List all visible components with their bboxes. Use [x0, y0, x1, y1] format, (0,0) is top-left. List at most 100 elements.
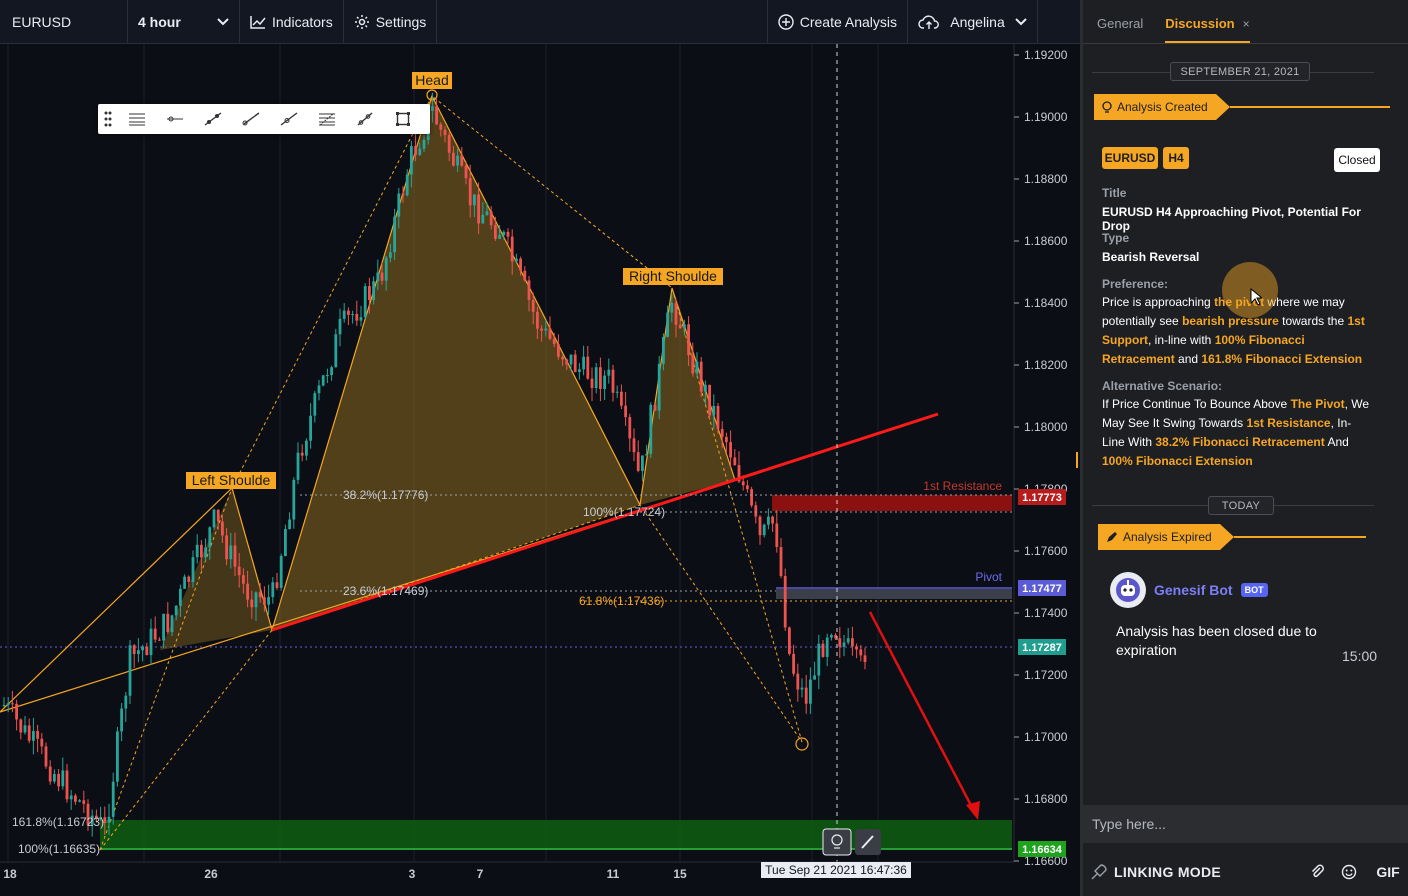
candle-body: [578, 369, 581, 372]
candle-body: [149, 628, 153, 656]
idea-button[interactable]: [822, 828, 852, 856]
candle-body: [372, 281, 375, 300]
tab-discussion[interactable]: Discussion ×: [1165, 16, 1250, 43]
fib-100b-label: 100%(1.16635): [18, 842, 100, 856]
trend-line-tool-icon[interactable]: [194, 104, 232, 134]
candle-body: [716, 405, 720, 429]
close-icon[interactable]: ×: [1243, 17, 1250, 31]
candle-body: [720, 428, 724, 437]
alternative-segment: And: [1324, 435, 1349, 449]
extended-line-tool-icon[interactable]: [270, 104, 308, 134]
drag-handle-icon[interactable]: [98, 104, 118, 134]
candle-body: [645, 453, 648, 456]
current-price-tag: 1.17287: [1018, 639, 1066, 655]
candle-body: [74, 795, 77, 802]
candle-body: [53, 773, 56, 782]
candle-body: [355, 314, 359, 321]
candle-body: [145, 646, 149, 656]
horizontal-ray-tool-icon[interactable]: [156, 104, 194, 134]
type-label: Type: [1102, 231, 1130, 245]
candle-body: [195, 544, 199, 558]
candle-body: [431, 106, 434, 111]
emoji-icon[interactable]: [1336, 864, 1362, 880]
tab-general[interactable]: General: [1097, 16, 1143, 43]
timeframe-tag: H4: [1163, 147, 1189, 169]
symbol-selector[interactable]: EURUSD: [0, 0, 128, 43]
message-input[interactable]: [1080, 805, 1408, 843]
candle-body: [573, 354, 577, 372]
svg-text:1.17773: 1.17773: [1022, 492, 1062, 504]
fib-retracement-tool-icon[interactable]: [308, 104, 346, 134]
candle-body: [846, 638, 850, 643]
candle-body: [128, 645, 132, 696]
candle-body: [519, 258, 522, 271]
candle-body: [620, 391, 623, 406]
interval-selector[interactable]: 4 hour: [128, 0, 240, 43]
candle-body: [779, 547, 783, 577]
drawing-toolbar: [98, 104, 430, 134]
candle-body: [200, 544, 203, 558]
candle-body: [762, 524, 766, 536]
candle-body: [418, 148, 422, 155]
candle-body: [153, 628, 157, 640]
candle-body: [359, 317, 363, 321]
indicators-button[interactable]: Indicators: [240, 0, 344, 43]
preference-segment: Price is approaching: [1102, 295, 1215, 309]
price-chart[interactable]: Left Shoulde Head Right Shoulde 38.2%(1.…: [0, 44, 1080, 896]
candle-body: [27, 725, 31, 741]
candle-body: [489, 211, 493, 226]
composer-toolbar: LINKING MODE GIF: [1080, 852, 1408, 892]
preference-segment: bearish pressure: [1182, 314, 1279, 328]
candle-body: [368, 286, 371, 300]
chart-canvas[interactable]: Left Shoulde Head Right Shoulde 38.2%(1.…: [0, 44, 1080, 896]
candle-body: [246, 583, 249, 600]
analysis-created-label: Analysis Created: [1117, 100, 1208, 114]
fib-100a-label: 100%(1.17724): [583, 505, 665, 519]
pencil-button[interactable]: [855, 829, 881, 855]
gif-button[interactable]: GIF: [1368, 864, 1408, 880]
projection-arrow[interactable]: [868, 611, 978, 816]
candle-body: [536, 311, 539, 329]
fib-extension-tool-icon[interactable]: [346, 104, 384, 134]
bot-name[interactable]: Genesif Bot: [1154, 582, 1233, 598]
candle-body: [363, 286, 367, 318]
candle-body: [296, 452, 300, 480]
chevron-down-icon: [1015, 17, 1027, 25]
lightbulb-icon: [1102, 100, 1112, 113]
price-axis[interactable]: 1.19200 1.19000 1.18800 1.18600 1.18400 1.182…: [1014, 48, 1068, 868]
price-tick-label: 1.17000: [1024, 730, 1068, 744]
candle-body: [636, 452, 640, 471]
create-analysis-button[interactable]: Create Analysis: [768, 0, 908, 43]
attachment-icon[interactable]: [1304, 864, 1330, 880]
candle-body: [485, 211, 489, 215]
candle-body: [767, 516, 770, 525]
mouse-pointer-icon: [1250, 288, 1262, 306]
horizontal-lines-tool-icon[interactable]: [118, 104, 156, 134]
svg-text:Tue Sep 21 2021 16:47:36: Tue Sep 21 2021 16:47:36: [765, 863, 907, 877]
preference-segment: and: [1174, 352, 1202, 366]
candle-body: [758, 516, 762, 536]
time-axis[interactable]: 18 26 3 7 11 15: [3, 867, 687, 881]
candle-body: [229, 545, 233, 560]
linking-mode-button[interactable]: LINKING MODE: [1090, 863, 1298, 881]
avatar[interactable]: [1110, 572, 1146, 608]
rectangle-tool-icon[interactable]: [384, 104, 422, 134]
price-tick-label: 1.18400: [1024, 296, 1068, 310]
candle-body: [473, 194, 476, 206]
crosshair-time-tag: Tue Sep 21 2021 16:47:36: [761, 862, 911, 878]
pencil-icon: [1107, 532, 1117, 542]
candle-body: [111, 781, 115, 817]
candle-body: [191, 557, 195, 582]
candle-body: [477, 194, 480, 224]
settings-button[interactable]: Settings: [344, 0, 438, 43]
resistance-label: 1st Resistance: [923, 479, 1002, 493]
candle-body: [124, 695, 128, 709]
linking-mode-label: LINKING MODE: [1114, 864, 1222, 880]
candle-body: [590, 378, 594, 388]
candle-body: [662, 336, 665, 364]
toolbar-end: [1038, 0, 1080, 43]
user-menu[interactable]: Angelina: [908, 0, 1038, 43]
alternative-segment: 38.2% Fibonacci Retracement: [1155, 435, 1325, 449]
ray-tool-icon[interactable]: [232, 104, 270, 134]
candle-body: [830, 634, 833, 638]
